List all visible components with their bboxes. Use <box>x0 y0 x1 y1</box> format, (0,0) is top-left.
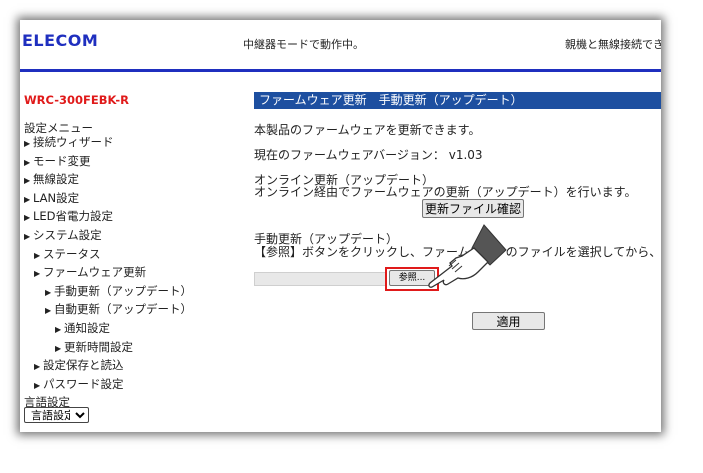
settings-sidebar: 設定メニュー ▶ 接続ウィザード ▶ モード変更 ▶ 無線設定 ▶ LAN設定 ▶ LED省電力設… <box>24 120 246 394</box>
triangle-right-icon: ▶ <box>55 343 62 353</box>
sidebar-menu-item-label: 自動更新（アップデート） <box>54 302 192 317</box>
sidebar-menu-item[interactable]: ▶ 設定保存と読込 <box>24 357 246 376</box>
sidebar-menu-item-label: ステータス <box>43 246 101 261</box>
browser-screenshot-frame: ELECOM 中継器モードで動作中。 親機と無線接続でき WRC-300FEBK… <box>20 20 661 432</box>
sidebar-menu-item-label: システム設定 <box>33 227 102 242</box>
language-select[interactable]: 言語設定 <box>24 407 89 423</box>
settings-menu-title: 設定メニュー <box>24 121 93 135</box>
sidebar-menu-item-label: LED省電力設定 <box>33 209 114 224</box>
section-title-bar: ファームウェア更新 手動更新（アップデート） <box>254 92 661 109</box>
sidebar-menu-item-label: 更新時間設定 <box>64 339 133 354</box>
device-model-name: WRC-300FEBK-R <box>24 93 130 107</box>
sidebar-menu-item-label: 設定保存と読込 <box>43 358 124 373</box>
sidebar-menu-item-label: ファームウェア更新 <box>43 265 147 280</box>
sidebar-menu-item-label: 通知設定 <box>64 320 110 335</box>
elecom-logo: ELECOM <box>22 31 99 50</box>
sidebar-menu-item[interactable]: ▶ 手動更新（アップデート） <box>24 283 246 302</box>
triangle-right-icon: ▶ <box>24 194 31 204</box>
sidebar-menu-item-label: 手動更新（アップデート） <box>54 283 192 298</box>
sidebar-menu-item[interactable]: ▶ 通知設定 <box>24 320 246 339</box>
apply-button[interactable]: 適用 <box>472 312 545 330</box>
sidebar-menu-item[interactable]: ▶ LED省電力設定 <box>24 208 246 227</box>
intro-text: 本製品のファームウェアを更新できます。 <box>254 123 481 137</box>
sidebar-menu-item[interactable]: ▶ ステータス <box>24 246 246 265</box>
sidebar-menu-item[interactable]: ▶ モード変更 <box>24 153 246 172</box>
sidebar-menu-item[interactable]: ▶ 自動更新（アップデート） <box>24 301 246 320</box>
mode-status-text: 中継器モードで動作中。 <box>243 38 364 51</box>
sidebar-menu-item-label: モード変更 <box>33 153 91 168</box>
sidebar-menu-item[interactable]: ▶ ファームウェア更新 <box>24 264 246 283</box>
triangle-right-icon: ▶ <box>45 306 52 316</box>
triangle-right-icon: ▶ <box>24 231 31 241</box>
triangle-right-icon: ▶ <box>34 250 41 260</box>
sidebar-menu-item[interactable]: ▶ パスワード設定 <box>24 376 246 395</box>
current-version-text: 現在のファームウェアバージョン： v1.03 <box>254 148 483 162</box>
sidebar-menu-item-label: パスワード設定 <box>43 376 124 391</box>
triangle-right-icon: ▶ <box>24 176 31 186</box>
triangle-right-icon: ▶ <box>34 269 41 279</box>
triangle-right-icon: ▶ <box>24 213 31 223</box>
triangle-right-icon: ▶ <box>45 287 52 297</box>
sidebar-menu-item-label: 無線設定 <box>33 172 79 187</box>
pointing-hand-cursor-icon <box>428 224 507 288</box>
triangle-right-icon: ▶ <box>34 362 41 372</box>
triangle-right-icon: ▶ <box>34 380 41 390</box>
sidebar-menu-item[interactable]: ▶ 更新時間設定 <box>24 339 246 358</box>
sidebar-menu-item-label: 接続ウィザード <box>33 135 114 149</box>
triangle-right-icon: ▶ <box>55 324 62 334</box>
sidebar-menu-item[interactable]: ▶ 無線設定 <box>24 171 246 190</box>
sidebar-menu-item-label: LAN設定 <box>33 190 80 205</box>
sidebar-menu-item[interactable]: ▶ 接続ウィザード <box>24 134 246 153</box>
sidebar-menu-item[interactable]: ▶ LAN設定 <box>24 190 246 209</box>
connection-status-text: 親機と無線接続でき <box>565 38 661 51</box>
online-update-description: オンライン経由でファームウェアの更新（アップデート）を行います。 <box>254 185 637 199</box>
settings-menu-list: ▶ 接続ウィザード ▶ モード変更 ▶ 無線設定 ▶ LAN設定 ▶ LED省電力設定 ▶ システム設… <box>24 134 246 394</box>
top-header-bar: ELECOM 中継器モードで動作中。 親機と無線接続でき <box>20 20 661 72</box>
sidebar-menu-item[interactable]: ▶ システム設定 <box>24 227 246 246</box>
firmware-file-input[interactable] <box>254 272 386 286</box>
check-update-file-button[interactable]: 更新ファイル確認 <box>422 199 524 218</box>
triangle-right-icon: ▶ <box>24 157 31 167</box>
triangle-right-icon: ▶ <box>24 139 31 148</box>
